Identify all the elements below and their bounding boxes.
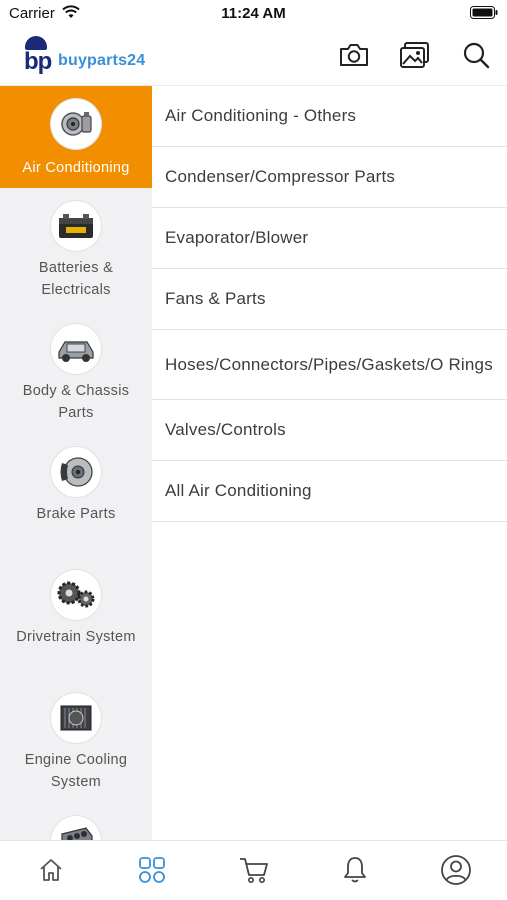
engine-block-icon	[51, 816, 101, 840]
category-engine-cooling[interactable]: Engine Cooling System	[0, 680, 152, 803]
logo-mark: bp	[24, 48, 52, 75]
clock: 11:24 AM	[221, 5, 286, 22]
category-brake-parts[interactable]: Brake Parts	[0, 434, 152, 557]
category-air-conditioning[interactable]: Air Conditioning	[0, 86, 152, 188]
category-label: Body & Chassis Parts	[22, 383, 130, 421]
ac-compressor-icon	[51, 99, 101, 149]
gallery-icon	[399, 41, 431, 74]
tab-categories[interactable]	[135, 855, 169, 889]
bell-icon	[342, 855, 368, 890]
subcategory-item[interactable]: Condenser/Compressor Parts	[152, 147, 507, 208]
radiator-icon	[51, 693, 101, 743]
gears-icon	[51, 570, 101, 620]
category-body-chassis[interactable]: Body & Chassis Parts	[0, 311, 152, 434]
tab-notifications[interactable]	[338, 855, 372, 889]
logo-wordmark: buyparts24	[58, 52, 146, 69]
camera-button[interactable]	[337, 40, 371, 74]
app-header: bp buyparts24	[0, 28, 507, 86]
category-label: Air Conditioning	[22, 160, 130, 176]
categories-icon	[138, 856, 166, 889]
category-label: Drivetrain System	[16, 629, 136, 645]
battery-status-icon	[470, 6, 498, 24]
subcategory-item[interactable]: Valves/Controls	[152, 400, 507, 461]
subcategory-list: Air Conditioning - Others Condenser/Comp…	[152, 86, 507, 522]
category-drivetrain[interactable]: Drivetrain System	[0, 557, 152, 680]
category-engine[interactable]	[0, 803, 152, 840]
profile-icon	[440, 854, 472, 891]
battery-icon	[51, 201, 101, 251]
tab-cart[interactable]	[237, 855, 271, 889]
tab-home[interactable]	[34, 855, 68, 889]
subcategory-item[interactable]: Fans & Parts	[152, 269, 507, 330]
category-sidebar[interactable]: Air Conditioning Batteries & Electricals…	[0, 86, 152, 840]
tab-profile[interactable]	[439, 854, 473, 891]
category-label: Brake Parts	[36, 506, 116, 522]
subcategory-item[interactable]: Evaporator/Blower	[152, 208, 507, 269]
camera-icon	[338, 42, 370, 73]
category-label: Batteries & Electricals	[38, 260, 114, 298]
brake-disc-icon	[51, 447, 101, 497]
chassis-icon	[51, 324, 101, 374]
home-icon	[38, 857, 64, 888]
subcategory-item[interactable]: Hoses/Connectors/Pipes/Gaskets/O Rings	[152, 330, 507, 400]
subcategory-item[interactable]: Air Conditioning - Others	[152, 86, 507, 147]
status-bar: Carrier 11:24 AM	[0, 0, 507, 28]
bottom-tab-bar	[0, 840, 507, 900]
search-button[interactable]	[459, 40, 493, 74]
search-icon	[462, 41, 490, 74]
category-batteries-electricals[interactable]: Batteries & Electricals	[0, 188, 152, 311]
gallery-button[interactable]	[398, 40, 432, 74]
buyparts24-logo[interactable]: bp buyparts24	[20, 34, 155, 80]
cart-icon	[238, 855, 270, 890]
category-label: Engine Cooling System	[24, 752, 128, 790]
subcategory-item[interactable]: All Air Conditioning	[152, 461, 507, 522]
